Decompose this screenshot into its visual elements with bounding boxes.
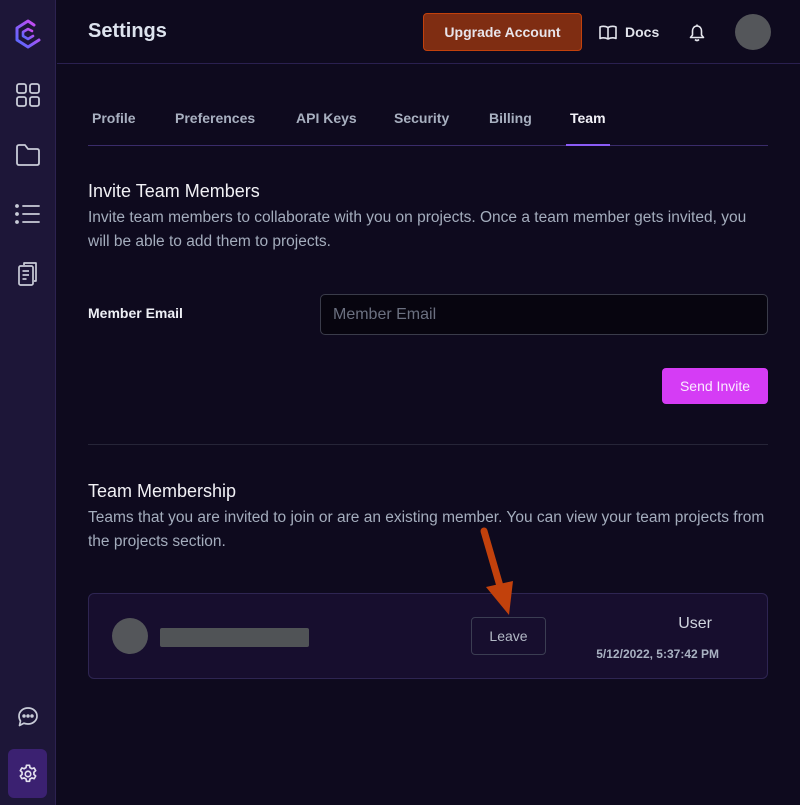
membership-section-description: Teams that you are invited to join or ar…	[88, 509, 765, 550]
send-invite-button[interactable]: Send Invite	[662, 368, 768, 404]
tab-billing[interactable]: Billing	[489, 110, 532, 126]
tab-preferences[interactable]: Preferences	[175, 110, 255, 126]
docs-label: Docs	[625, 24, 660, 40]
member-joined-date: 5/12/2022, 5:37:42 PM	[596, 647, 719, 661]
sidebar	[0, 0, 56, 805]
leave-team-button[interactable]: Leave	[471, 617, 546, 655]
team-membership-row: Leave User 5/12/2022, 5:37:42 PM	[88, 593, 768, 679]
grid-icon[interactable]	[8, 75, 48, 115]
logo-icon[interactable]	[8, 14, 48, 54]
settings-tabs: Profile Preferences API Keys Security Bi…	[88, 100, 768, 146]
tab-security[interactable]: Security	[394, 110, 449, 126]
folder-icon[interactable]	[8, 135, 48, 175]
tab-api-keys[interactable]: API Keys	[296, 110, 357, 126]
book-icon	[599, 25, 617, 40]
member-email-input[interactable]	[320, 294, 768, 335]
team-name-redacted	[160, 628, 309, 647]
member-role: User	[678, 615, 712, 632]
docs-link[interactable]: Docs	[599, 22, 659, 42]
top-header: Settings Upgrade Account Docs	[57, 0, 800, 64]
member-email-label: Member Email	[88, 305, 183, 321]
membership-section-title: Team Membership	[88, 481, 237, 501]
tab-team[interactable]: Team	[570, 110, 606, 126]
tab-profile[interactable]: Profile	[92, 110, 136, 126]
annotation-arrow-icon	[480, 527, 513, 615]
documents-icon[interactable]	[8, 254, 48, 294]
section-divider	[88, 444, 768, 445]
chat-icon[interactable]	[8, 697, 48, 737]
upgrade-account-button[interactable]: Upgrade Account	[423, 13, 582, 51]
team-avatar	[112, 618, 148, 654]
gear-icon[interactable]	[8, 749, 47, 798]
list-icon[interactable]	[8, 194, 48, 234]
invite-section-title: Invite Team Members	[88, 181, 260, 201]
user-avatar[interactable]	[735, 14, 771, 50]
page-title: Settings	[88, 20, 167, 42]
active-tab-indicator	[566, 144, 610, 146]
invite-section-description: Invite team members to collaborate with …	[88, 209, 747, 250]
bell-icon[interactable]	[689, 24, 705, 47]
